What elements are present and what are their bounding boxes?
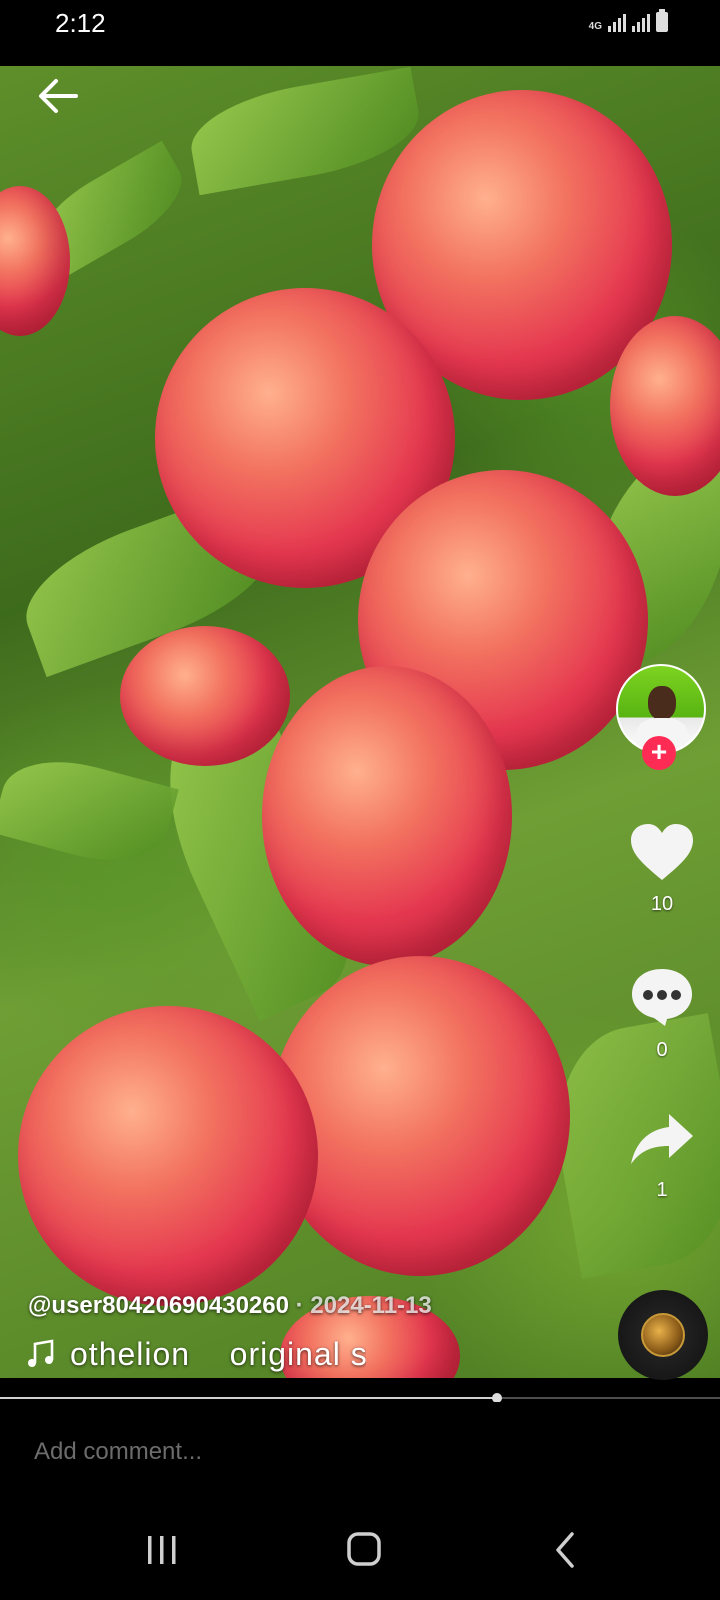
like-count: 10 xyxy=(650,893,674,915)
back-nav-icon[interactable] xyxy=(536,1528,596,1572)
share-button[interactable]: 1 xyxy=(622,1112,702,1202)
back-arrow-icon[interactable] xyxy=(36,76,80,116)
heart-icon xyxy=(631,824,693,880)
recent-apps-icon[interactable] xyxy=(132,1528,192,1572)
peach-image xyxy=(270,956,570,1276)
video-progress-bar[interactable] xyxy=(0,1393,720,1403)
status-time: 2:12 xyxy=(55,8,106,38)
status-bar: 2:12 4G xyxy=(0,0,720,66)
share-icon xyxy=(631,1114,693,1164)
music-ticker[interactable]: othelion original sound xyxy=(26,1336,366,1376)
progress-fill xyxy=(0,1397,497,1399)
peach-image xyxy=(18,1006,318,1306)
status-icons: 4G xyxy=(588,9,668,32)
comment-button[interactable]: 0 xyxy=(622,966,702,1062)
signal-icon xyxy=(632,12,650,32)
music-title: othelion original sound xyxy=(70,1336,366,1372)
comment-count: 0 xyxy=(656,1039,668,1061)
music-disc-icon[interactable] xyxy=(618,1290,708,1380)
separator: · xyxy=(288,1292,311,1319)
network-type-icon: 4G xyxy=(588,21,602,32)
like-button[interactable]: 10 xyxy=(622,822,702,916)
post-date: 2024-11-13 xyxy=(310,1292,432,1319)
video-player[interactable] xyxy=(0,66,720,1378)
system-nav-bar xyxy=(0,1498,720,1600)
follow-plus-icon[interactable]: + xyxy=(642,736,676,770)
comment-icon xyxy=(632,969,692,1026)
author-line: @user80420690430260 · 2024-11-13 xyxy=(28,1292,432,1320)
signal-icon xyxy=(608,12,626,32)
peach-image xyxy=(262,666,512,966)
home-icon[interactable] xyxy=(334,1528,394,1572)
battery-icon xyxy=(656,9,668,32)
share-count: 1 xyxy=(656,1179,668,1201)
music-note-icon xyxy=(26,1336,60,1373)
author-handle[interactable]: @user80420690430260 xyxy=(28,1292,289,1319)
comment-bar: Add comment... xyxy=(0,1402,720,1498)
add-comment-input[interactable]: Add comment... xyxy=(34,1438,202,1466)
peach-image xyxy=(120,626,290,766)
creator-avatar[interactable]: + xyxy=(616,664,706,770)
